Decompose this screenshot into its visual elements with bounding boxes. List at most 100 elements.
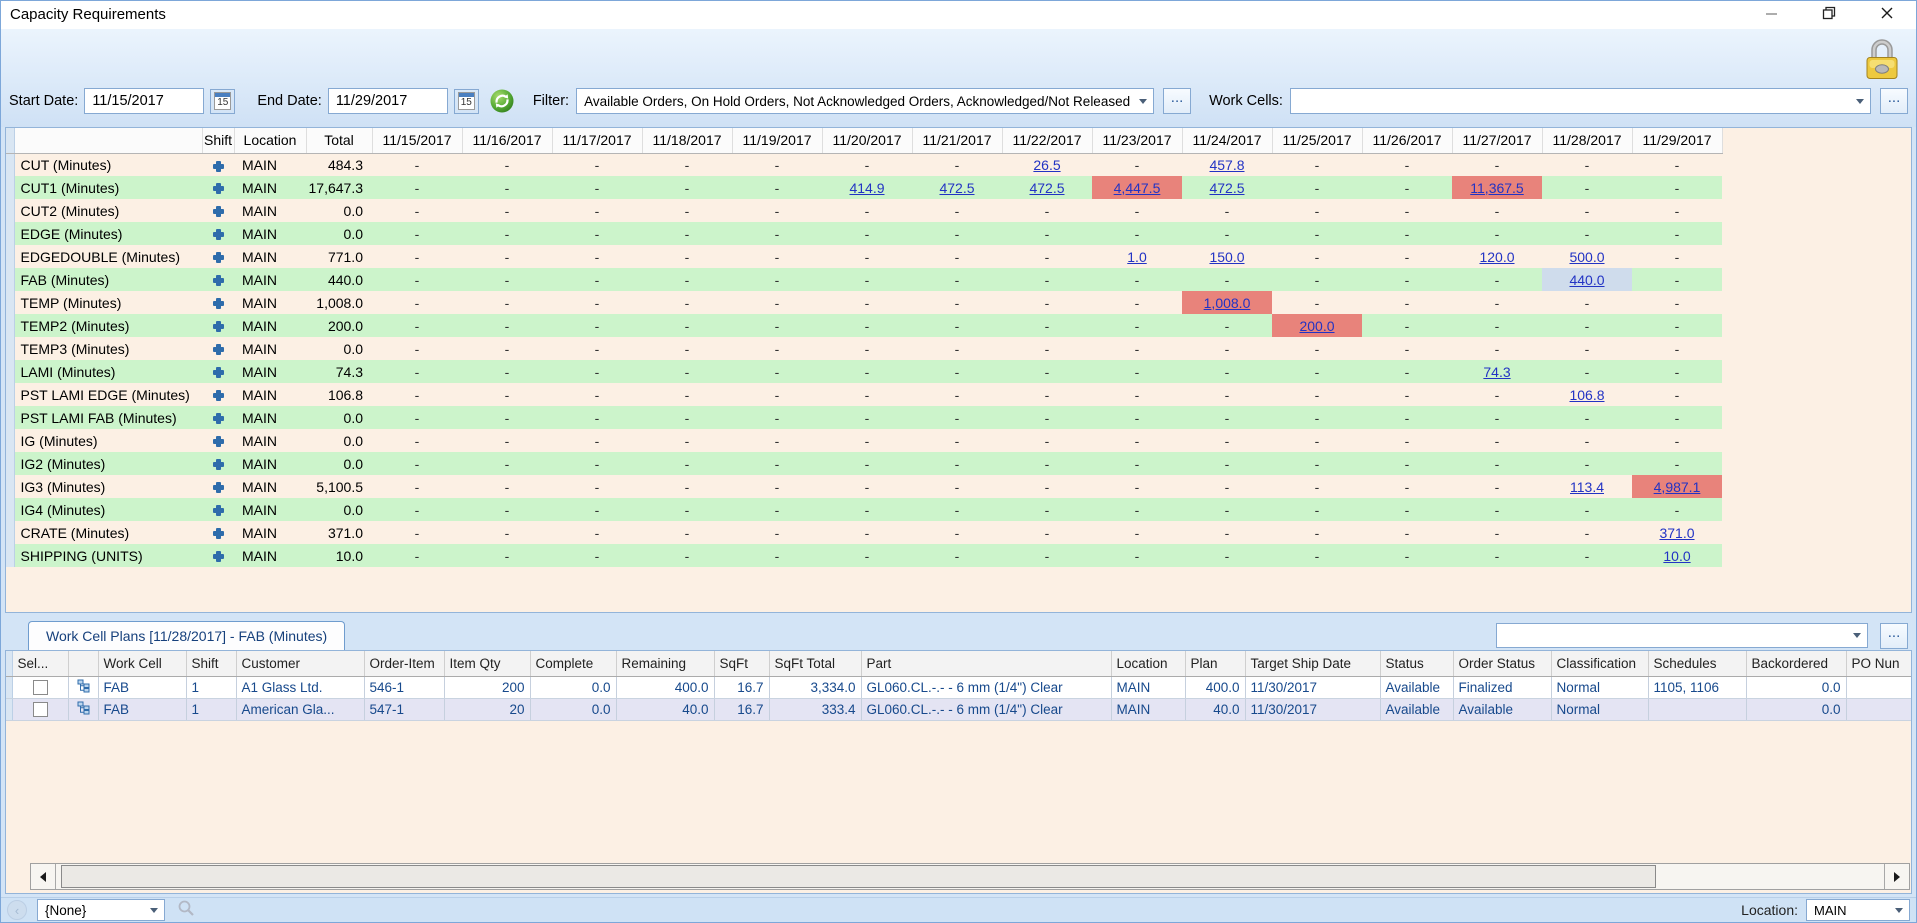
plus-icon[interactable] <box>212 274 225 287</box>
capacity-value-link[interactable]: 440.0 <box>1569 272 1604 288</box>
plans-column-header[interactable]: Order-Item <box>364 651 444 676</box>
column-header[interactable]: 11/25/2017 <box>1272 128 1362 153</box>
end-date-input[interactable]: 11/29/2017 <box>328 88 448 114</box>
plans-column-header[interactable]: Status <box>1380 651 1453 676</box>
scrollbar-thumb[interactable] <box>61 865 1656 888</box>
plus-icon[interactable] <box>212 251 225 264</box>
plus-icon[interactable] <box>212 504 225 517</box>
column-header[interactable]: Location <box>234 128 306 153</box>
column-header[interactable]: 11/29/2017 <box>1632 128 1722 153</box>
plans-column-header[interactable]: Customer <box>236 651 364 676</box>
close-button[interactable] <box>1858 1 1916 29</box>
plus-icon[interactable] <box>212 320 225 333</box>
plus-icon[interactable] <box>212 481 225 494</box>
plus-icon[interactable] <box>212 389 225 402</box>
plans-row[interactable]: FAB1American Gla...547-1200.040.016.7333… <box>6 698 1912 720</box>
plans-column-header[interactable]: Target Ship Date <box>1245 651 1380 676</box>
plans-column-header[interactable]: SqFt <box>714 651 769 676</box>
tab-work-cell-plans[interactable]: Work Cell Plans [11/28/2017] - FAB (Minu… <box>28 621 345 650</box>
dropdown-arrow-icon[interactable] <box>1888 900 1909 920</box>
lock-icon[interactable] <box>1862 35 1902 87</box>
capacity-value-link[interactable]: 26.5 <box>1033 157 1060 173</box>
capacity-value-link[interactable]: 74.3 <box>1483 364 1510 380</box>
column-header[interactable]: 11/15/2017 <box>372 128 462 153</box>
column-header[interactable]: 11/16/2017 <box>462 128 552 153</box>
restore-button[interactable] <box>1800 1 1858 29</box>
capacity-value-link[interactable]: 414.9 <box>849 180 884 196</box>
plus-icon[interactable] <box>212 182 225 195</box>
capacity-value-link[interactable]: 150.0 <box>1209 249 1244 265</box>
column-header[interactable]: 11/27/2017 <box>1452 128 1542 153</box>
plus-icon[interactable] <box>212 160 225 173</box>
horizontal-scrollbar[interactable] <box>30 863 1910 890</box>
capacity-value-link[interactable]: 457.8 <box>1209 157 1244 173</box>
capacity-value-link[interactable]: 11,367.5 <box>1470 180 1523 196</box>
plus-icon[interactable] <box>212 550 225 563</box>
select-checkbox[interactable] <box>33 702 48 717</box>
column-header[interactable]: 11/23/2017 <box>1092 128 1182 153</box>
scrollbar-track[interactable] <box>56 864 1884 889</box>
plus-icon[interactable] <box>212 435 225 448</box>
select-checkbox[interactable] <box>33 680 48 695</box>
plans-column-header[interactable]: Order Status <box>1453 651 1551 676</box>
capacity-value-link[interactable]: 113.4 <box>1570 479 1604 495</box>
plans-column-header[interactable]: Location <box>1111 651 1185 676</box>
capacity-value-link[interactable]: 1,008.0 <box>1204 295 1251 311</box>
capacity-value-link[interactable]: 472.5 <box>1209 180 1244 196</box>
column-header[interactable]: 11/24/2017 <box>1182 128 1272 153</box>
detail-icon-cell[interactable] <box>68 676 98 698</box>
capacity-value-link[interactable]: 106.8 <box>1569 387 1604 403</box>
plans-column-header[interactable] <box>68 651 98 676</box>
column-header[interactable]: Total <box>306 128 372 153</box>
plans-column-header[interactable]: Shift <box>186 651 236 676</box>
column-header[interactable]: 11/21/2017 <box>912 128 1002 153</box>
capacity-value-link[interactable]: 472.5 <box>939 180 974 196</box>
plans-column-header[interactable]: Sel... <box>12 651 68 676</box>
start-date-input[interactable]: 11/15/2017 <box>84 88 204 114</box>
dropdown-arrow-icon[interactable] <box>1849 89 1870 113</box>
scroll-left-button[interactable] <box>31 864 56 889</box>
capacity-value-link[interactable]: 500.0 <box>1569 249 1604 265</box>
minimize-button[interactable] <box>1742 1 1800 29</box>
location-combobox[interactable]: MAIN <box>1806 899 1910 921</box>
column-header-work-cell[interactable] <box>14 128 202 153</box>
column-header[interactable]: 11/17/2017 <box>552 128 642 153</box>
capacity-value-link[interactable]: 200.0 <box>1299 318 1334 334</box>
plus-icon[interactable] <box>212 343 225 356</box>
filter-combobox[interactable]: Available Orders, On Hold Orders, Not Ac… <box>576 88 1154 114</box>
column-header[interactable]: 11/28/2017 <box>1542 128 1632 153</box>
plans-column-header[interactable]: Plan <box>1185 651 1245 676</box>
filter-more-button[interactable]: ... <box>1163 88 1191 114</box>
plans-column-header[interactable]: Remaining <box>616 651 714 676</box>
plans-column-header[interactable]: Classification <box>1551 651 1648 676</box>
detail-icon-cell[interactable] <box>68 698 98 720</box>
column-header[interactable]: 11/19/2017 <box>732 128 822 153</box>
capacity-value-link[interactable]: 4,987.1 <box>1654 479 1701 495</box>
dropdown-arrow-icon[interactable] <box>1132 89 1153 113</box>
plans-row[interactable]: FAB1A1 Glass Ltd.546-12000.0400.016.73,3… <box>6 676 1912 698</box>
dropdown-arrow-icon[interactable] <box>143 900 164 920</box>
preset-combobox[interactable]: {None} <box>37 899 165 921</box>
plans-filter-combobox[interactable] <box>1496 623 1868 648</box>
column-header[interactable]: 11/22/2017 <box>1002 128 1092 153</box>
dropdown-arrow-icon[interactable] <box>1846 624 1867 647</box>
column-header[interactable]: 11/20/2017 <box>822 128 912 153</box>
work-cells-combobox[interactable] <box>1290 88 1871 114</box>
column-header[interactable]: 11/18/2017 <box>642 128 732 153</box>
capacity-value-link[interactable]: 371.0 <box>1659 525 1694 541</box>
plans-column-header[interactable]: Part <box>861 651 1111 676</box>
column-header[interactable]: Shift <box>202 128 234 153</box>
column-header[interactable]: 11/26/2017 <box>1362 128 1452 153</box>
capacity-value-link[interactable]: 10.0 <box>1663 548 1690 564</box>
plans-column-header[interactable]: SqFt Total <box>769 651 861 676</box>
plus-icon[interactable] <box>212 412 225 425</box>
plans-column-header[interactable]: Item Qty <box>444 651 530 676</box>
scroll-right-button[interactable] <box>1884 864 1909 889</box>
plus-icon[interactable] <box>212 205 225 218</box>
start-date-calendar-button[interactable]: 15 <box>210 89 235 114</box>
work-cells-more-button[interactable]: ... <box>1880 88 1908 114</box>
plus-icon[interactable] <box>212 297 225 310</box>
plans-column-header[interactable]: Schedules <box>1648 651 1746 676</box>
refresh-button[interactable] <box>489 88 515 114</box>
capacity-value-link[interactable]: 472.5 <box>1029 180 1064 196</box>
